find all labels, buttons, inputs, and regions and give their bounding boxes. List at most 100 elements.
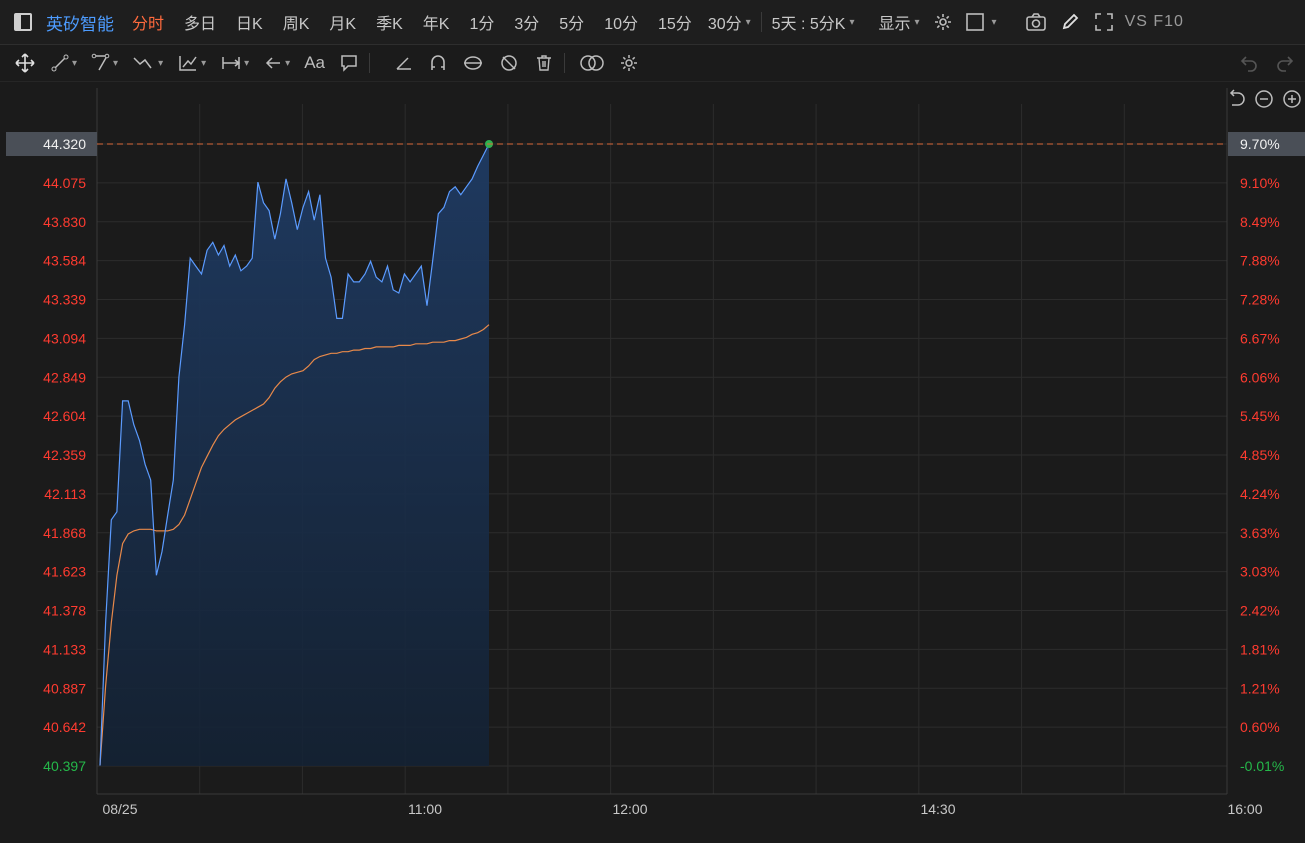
price-tick-label: 44.075 — [43, 175, 86, 191]
delete-drawings-tool[interactable] — [534, 53, 554, 73]
price-tick-label: 41.378 — [43, 603, 86, 619]
move-tool[interactable] — [14, 52, 36, 74]
percent-tick-label: 7.88% — [1240, 253, 1280, 269]
percent-tick-label: 9.10% — [1240, 175, 1280, 191]
time-tick-label: 11:00 — [408, 801, 442, 817]
time-tick-label: 14:30 — [920, 801, 955, 817]
wave-tool[interactable]: ▾ — [132, 53, 163, 73]
percent-tick-label: 8.49% — [1240, 214, 1280, 230]
undo-redo-group — [1239, 53, 1295, 73]
tab-yearly-k[interactable]: 年K — [423, 10, 450, 34]
time-axis: 08/25 11:00 12:00 14:30 16:00 — [102, 801, 1262, 817]
price-tick-label: 43.830 — [43, 214, 86, 230]
arrow-tool[interactable]: ▾ — [263, 53, 290, 73]
arrow-left-icon — [266, 57, 281, 69]
overlay-tool[interactable] — [579, 53, 605, 73]
pencil-icon[interactable] — [1057, 9, 1083, 35]
last-price-dot — [485, 140, 493, 148]
price-tick-label: 41.623 — [43, 564, 86, 580]
price-tick-label: 40.397 — [43, 758, 86, 774]
percent-tick-label: 0.60% — [1240, 719, 1280, 735]
ruler-tool[interactable] — [394, 53, 414, 73]
multi-day-dropdown-label: 5天 : 5分K — [771, 16, 846, 33]
eye-off-icon — [501, 55, 517, 71]
tab-5min[interactable]: 5分 — [559, 10, 584, 34]
zoom-out-icon[interactable] — [1253, 88, 1275, 110]
percent-tick-label: -0.01% — [1240, 758, 1284, 774]
reset-chart-icon[interactable] — [1225, 88, 1247, 110]
stock-name[interactable]: 英矽智能 — [46, 10, 114, 35]
tab-intraday[interactable]: 分时 — [132, 10, 164, 34]
price-tick-label: 44.320 — [43, 136, 86, 152]
tab-daily-k[interactable]: 日K — [236, 10, 263, 34]
price-tick-label: 42.113 — [44, 486, 86, 502]
price-tick-label: 42.604 — [43, 408, 86, 424]
tab-quarterly-k[interactable]: 季K — [376, 10, 403, 34]
chevron-down-icon[interactable]: ▾ — [992, 17, 997, 28]
percent-tick-label: 3.03% — [1240, 564, 1280, 580]
zoom-in-icon[interactable] — [1281, 88, 1303, 110]
tab-10min[interactable]: 10分 — [604, 10, 638, 34]
display-dropdown[interactable]: 显示 ▾ — [879, 10, 920, 34]
undo-icon[interactable] — [1239, 53, 1259, 73]
chevron-down-icon: ▾ — [201, 57, 207, 69]
f10-label: F10 — [1153, 13, 1184, 30]
text-tool[interactable]: Aa — [304, 53, 325, 73]
chevron-down-icon: ▾ — [285, 57, 291, 69]
divider — [563, 53, 565, 73]
chevron-down-icon: ▾ — [849, 16, 855, 28]
current-pct-label-bg — [1228, 132, 1305, 156]
percent-tick-label: 7.28% — [1240, 292, 1280, 308]
intraday-chart[interactable]: 44.320 44.075 43.830 43.584 43.339 43.094 42.8… — [0, 0, 1305, 843]
comment-tool[interactable] — [339, 53, 359, 73]
drawing-toolbar: ▾ ▾ ▾ ▾ ▾ ▾ Aa — [0, 45, 1305, 82]
polyline-tool[interactable]: ▾ — [91, 53, 118, 73]
tab-1min[interactable]: 1分 — [469, 10, 494, 34]
tab-3min[interactable]: 3分 — [514, 10, 539, 34]
trend-line-icon — [51, 54, 69, 72]
fullscreen-icon[interactable] — [1091, 9, 1117, 35]
price-area — [100, 144, 489, 766]
time-tick-label: 16:00 — [1227, 801, 1262, 817]
percent-tick-label: 3.63% — [1240, 525, 1280, 541]
vs-compare-button[interactable]: VS F10 — [1125, 13, 1184, 31]
zoom-controls — [1225, 88, 1303, 110]
redo-icon[interactable] — [1275, 53, 1295, 73]
settings-gear-icon[interactable] — [930, 9, 956, 35]
percent-tick-label: 5.45% — [1240, 408, 1280, 424]
price-tick-label: 41.133 — [43, 641, 86, 657]
magnet-tool[interactable] — [428, 53, 448, 73]
drawing-settings-tool[interactable] — [619, 53, 639, 73]
camera-icon[interactable] — [1023, 9, 1049, 35]
overlay-circles-icon — [580, 55, 604, 71]
lock-drawings-icon — [463, 56, 482, 70]
hide-drawings-tool[interactable] — [498, 53, 520, 73]
current-price-label-bg — [6, 132, 97, 156]
price-line — [99, 143, 490, 766]
range-tool[interactable]: ▾ — [220, 53, 249, 73]
angle-ruler-icon — [396, 57, 411, 70]
fib-tool[interactable]: ▾ — [177, 53, 206, 73]
tab-weekly-k[interactable]: 周K — [283, 10, 310, 34]
period-tabs: 分时 多日 日K 周K 月K 季K 年K 1分 3分 5分 10分 15分 — [132, 10, 712, 34]
percent-axis: 9.70% 9.10% 8.49% 7.88% 7.28% 6.67% 6.06% 5.45%… — [1228, 132, 1305, 774]
percent-tick-label: 6.06% — [1240, 369, 1280, 385]
line-tool[interactable]: ▾ — [50, 53, 77, 73]
divider — [760, 12, 762, 32]
tab-15min[interactable]: 15分 — [658, 10, 692, 34]
time-tick-label: 08/25 — [102, 801, 137, 817]
trash-icon — [536, 55, 551, 71]
tab-monthly-k[interactable]: 月K — [329, 10, 356, 34]
gear-icon — [620, 55, 637, 71]
interval-dropdown[interactable]: 30分 ▾ — [708, 10, 751, 34]
price-tick-label: 40.642 — [43, 719, 86, 735]
sidebar-toggle-icon[interactable] — [14, 13, 32, 31]
price-tick-label: 42.849 — [43, 369, 86, 385]
multi-day-dropdown[interactable]: 5天 : 5分K ▾ — [772, 10, 855, 34]
price-tick-label: 43.584 — [43, 253, 86, 269]
display-dropdown-label: 显示 — [878, 16, 911, 33]
top-toolbar: 英矽智能 分时 多日 日K 周K 月K 季K 年K 1分 3分 5分 10分 1… — [0, 0, 1305, 45]
lock-drawings-tool[interactable] — [462, 53, 484, 73]
tab-multi-day[interactable]: 多日 — [184, 10, 216, 34]
layout-square-icon[interactable] — [962, 9, 988, 35]
